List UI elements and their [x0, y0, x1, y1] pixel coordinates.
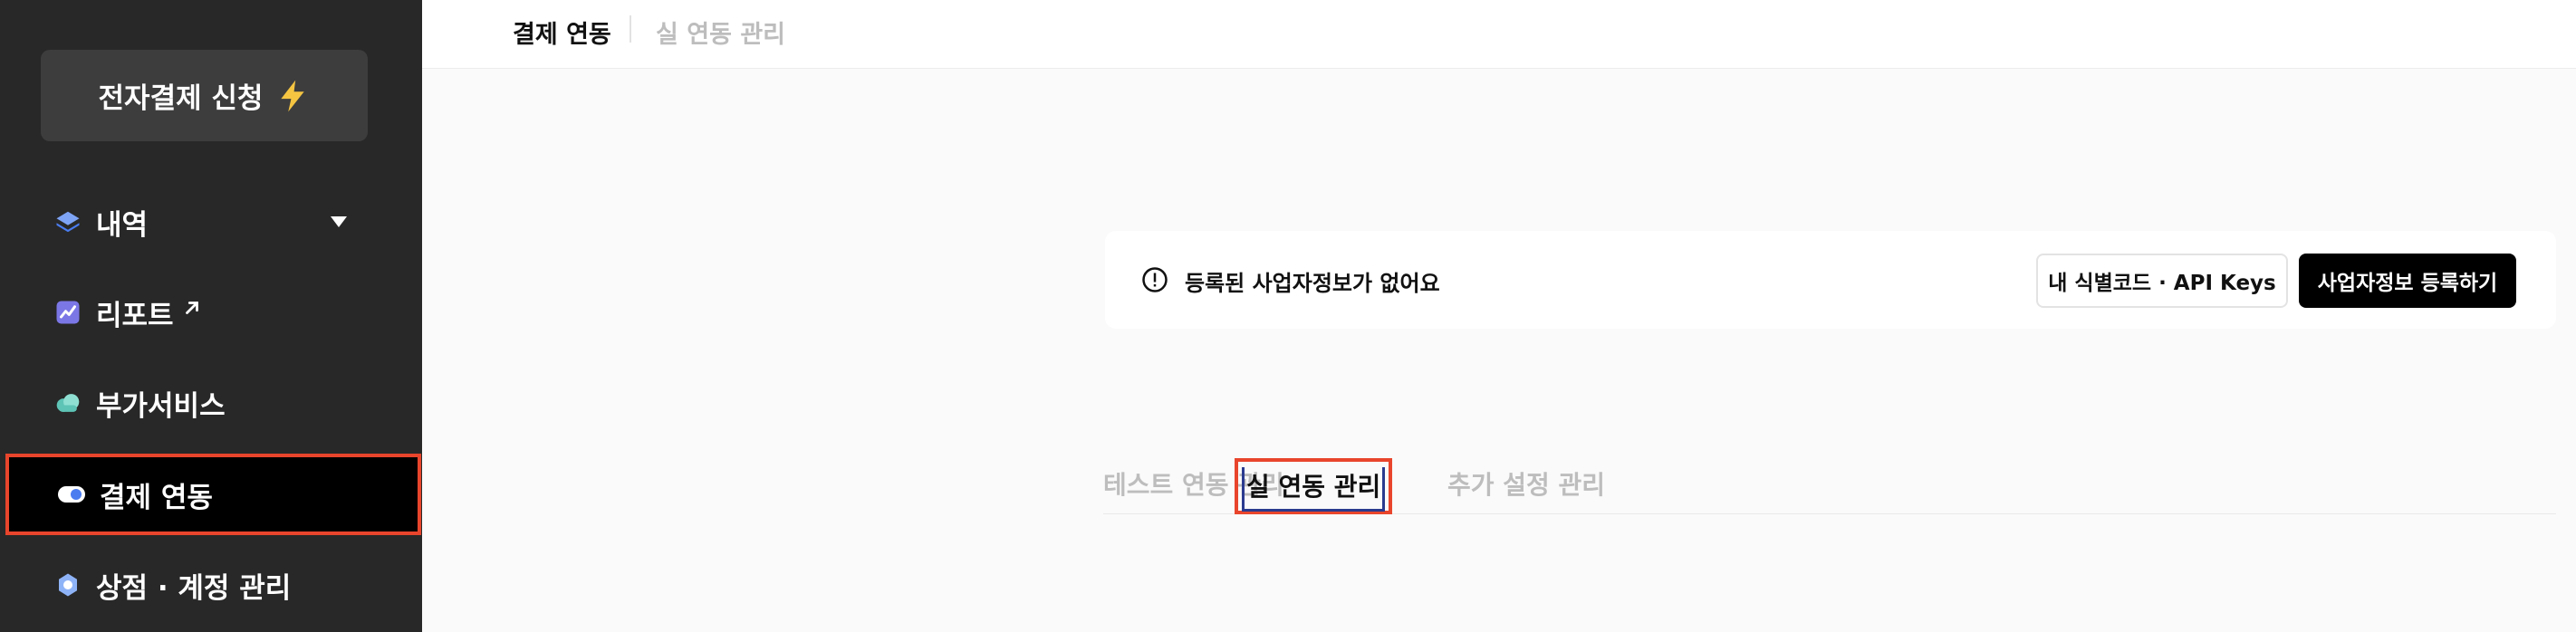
sidebar-item-history[interactable]: 내역: [0, 182, 422, 262]
chevron-down-icon[interactable]: [331, 216, 347, 227]
sidebar-item-label: 리포트: [96, 299, 174, 332]
tab-additional-settings[interactable]: 추가 설정 관리: [1447, 465, 1605, 502]
sidebar-item-label: 내역: [96, 208, 149, 242]
sidebar-item-payment-integration[interactable]: 결제 연동: [5, 454, 421, 535]
tab-payment-integration[interactable]: 결제 연동: [513, 14, 611, 50]
sidebar-item-label: 상점 · 계정 관리: [96, 571, 292, 605]
register-business-info-button[interactable]: 사업자정보 등록하기: [2299, 254, 2516, 308]
sidebar-item-addons[interactable]: 부가서비스: [0, 363, 422, 443]
info-icon: [1142, 267, 1168, 292]
tab-live-integration-sub[interactable]: 실 연동 관리: [1235, 458, 1393, 514]
chart-icon: [53, 297, 83, 328]
external-link-icon: [186, 302, 198, 314]
layers-icon: [53, 206, 83, 237]
tab-label: 실 연동 관리: [1242, 467, 1386, 512]
sidebar-item-label: 부가서비스: [96, 389, 226, 423]
toggle-icon: [56, 479, 87, 510]
top-tab-bar: 결제 연동 실 연동 관리: [422, 0, 2576, 69]
sidebar-item-label: 결제 연동: [100, 481, 213, 514]
apply-payment-button[interactable]: 전자결제 신청: [41, 50, 368, 141]
business-info-notice: 등록된 사업자정보가 없어요 내 식별코드 · API Keys 사업자정보 등…: [1105, 231, 2556, 329]
store-icon: [53, 570, 83, 600]
sidebar-item-report[interactable]: 리포트: [0, 273, 422, 352]
api-keys-button[interactable]: 내 식별코드 · API Keys: [2036, 254, 2288, 308]
lightning-icon: [281, 80, 305, 111]
apply-payment-label: 전자결제 신청: [98, 82, 264, 115]
tab-live-integration[interactable]: 실 연동 관리: [656, 14, 785, 50]
integration-subtabs: 테스트 연동 관리 실 연동 관리 추가 설정 관리: [1103, 458, 2556, 514]
cloud-icon: [53, 388, 83, 418]
sidebar: 전자결제 신청 내역 리포트 부가서비스 결제 연동 상점 · 계정 관리: [0, 0, 422, 632]
notice-message: 등록된 사업자정보가 없어요: [1185, 271, 1440, 296]
sidebar-item-store-account[interactable]: 상점 · 계정 관리: [0, 545, 422, 625]
tab-divider: [630, 15, 631, 43]
